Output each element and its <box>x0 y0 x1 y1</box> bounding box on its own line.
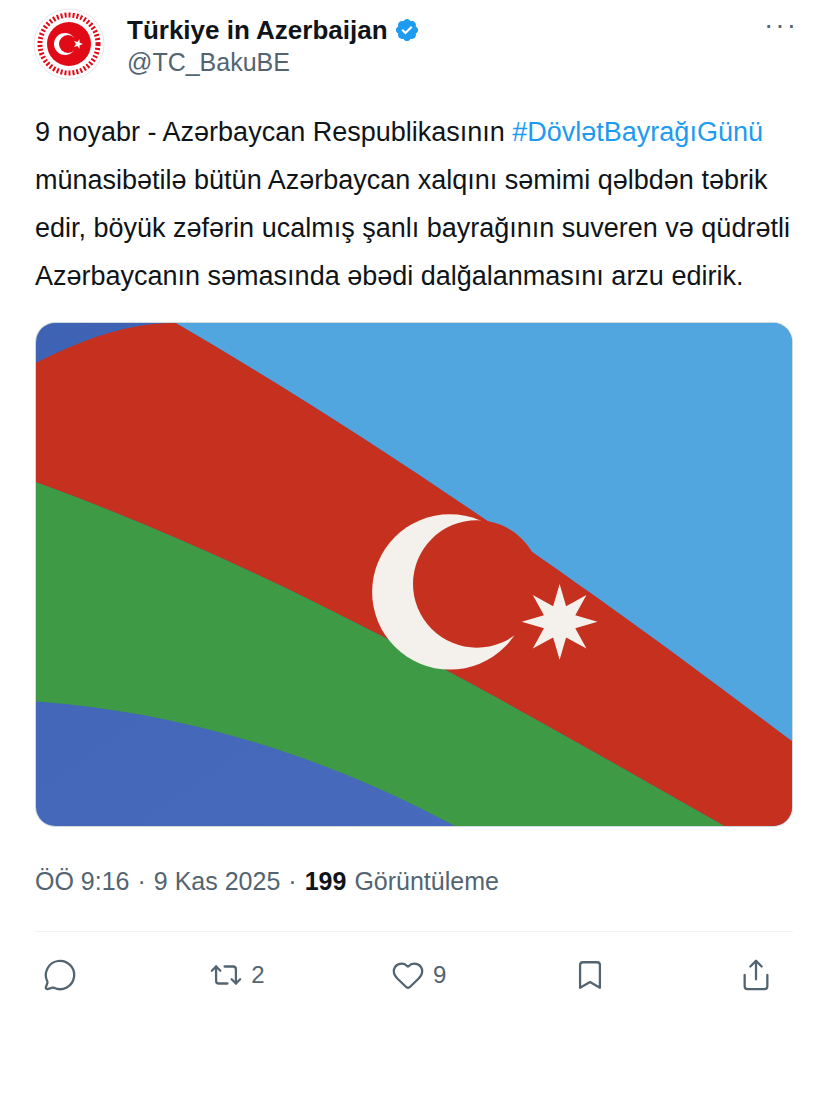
post-time[interactable]: ÖÖ 9:16 <box>35 865 130 897</box>
views-label: Görüntüleme <box>354 865 499 897</box>
tweet-header: Türkiye in Azerbaijan@TC_BakuBE ··· <box>0 0 828 80</box>
text-segment: 9 noyabr - Azərbaycan Respublikasının <box>35 117 512 147</box>
verified-badge-icon <box>394 17 420 43</box>
meta-separator: · <box>138 865 146 897</box>
retweet-button[interactable]: 2 <box>209 958 264 992</box>
reply-icon <box>43 958 77 992</box>
retweet-count: 2 <box>251 960 264 990</box>
action-bar: 29 <box>35 932 793 1002</box>
hashtag-link[interactable]: #DövlətBayrağıGünü <box>512 117 763 147</box>
post-image[interactable] <box>35 322 793 827</box>
like-button[interactable]: 9 <box>391 958 446 992</box>
retweet-icon <box>209 958 243 992</box>
bookmark-button[interactable] <box>573 958 613 992</box>
like-count: 9 <box>433 960 446 990</box>
post-text: 9 noyabr - Azərbaycan Respublikasının #D… <box>35 108 793 300</box>
share-icon <box>739 958 773 992</box>
flag-picture-icon <box>36 323 792 826</box>
account-name[interactable]: Türkiye in Azerbaijan <box>127 14 388 46</box>
share-button[interactable] <box>739 958 779 992</box>
divider <box>35 931 793 932</box>
tweet-page: Türkiye in Azerbaijan@TC_BakuBE ··· 9 noya… <box>0 0 828 1111</box>
post-meta: ÖÖ 9:16·9 Kas 2025·199Görüntüleme <box>35 865 793 897</box>
views-count: 199 <box>305 865 347 897</box>
like-icon <box>391 958 425 992</box>
bookmark-icon <box>573 958 607 992</box>
post-date[interactable]: 9 Kas 2025 <box>154 865 281 897</box>
meta-separator: · <box>288 865 296 897</box>
more-button[interactable]: ··· <box>764 8 798 40</box>
embassy-logo-icon[interactable] <box>33 8 105 80</box>
account-handle[interactable]: @TC_BakuBE <box>127 46 742 78</box>
reply-button[interactable] <box>43 958 83 992</box>
text-segment: münasibətilə bütün Azərbaycan xalqını sə… <box>35 165 790 291</box>
